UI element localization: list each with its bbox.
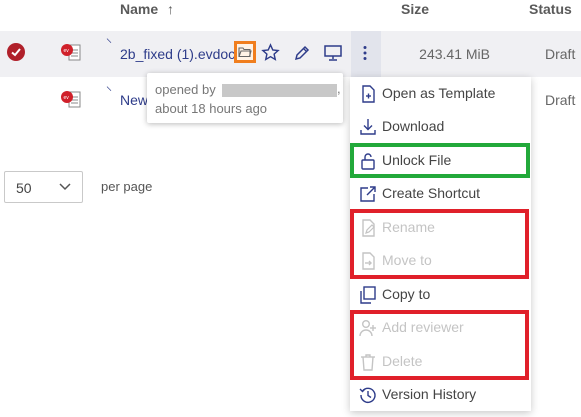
add-reviewer-icon: [359, 320, 376, 337]
move-icon: [362, 252, 375, 270]
shortcut-icon: [360, 186, 376, 202]
menu-item-label: Download: [382, 118, 445, 134]
menu-item-move-to[interactable]: Move to: [350, 244, 531, 277]
history-icon: [359, 387, 376, 404]
trash-icon: [361, 354, 375, 371]
status-column-header[interactable]: Status: [529, 1, 572, 17]
tooltip-time: about 18 hours ago: [155, 101, 268, 116]
download-icon: [360, 119, 376, 135]
menu-item-rename[interactable]: Rename: [350, 211, 531, 244]
file-name-link[interactable]: 2b_fixed (1).evdoc: [120, 46, 235, 62]
folder-open-icon: [238, 47, 252, 58]
menu-item-label: Create Shortcut: [382, 185, 481, 201]
open-folder-button[interactable]: [234, 41, 256, 63]
selected-check-icon[interactable]: [7, 43, 25, 61]
menu-item-version-history[interactable]: Version History: [350, 378, 531, 411]
menu-item-open-as-template[interactable]: Open as Template: [350, 77, 531, 110]
menu-item-label: Copy to: [382, 286, 431, 302]
menu-item-delete[interactable]: Delete: [350, 345, 531, 378]
monitor-icon[interactable]: [323, 44, 343, 62]
star-icon[interactable]: [261, 43, 280, 62]
page-size-value: 50: [16, 180, 32, 196]
rename-icon: [362, 219, 375, 237]
evdoc-file-icon: ev: [61, 91, 81, 108]
chevron-down-icon: [59, 183, 71, 191]
sparkle-icon: ⸌: [106, 84, 113, 98]
svg-text:ev: ev: [64, 95, 70, 101]
sparkle-icon: ⸌: [106, 36, 113, 50]
evdoc-file-icon: ev: [61, 44, 81, 61]
tooltip-opened-by: opened by: [155, 82, 216, 97]
menu-item-label: Unlock File: [382, 152, 452, 168]
menu-item-download[interactable]: Download: [350, 110, 531, 143]
menu-item-label: Delete: [382, 353, 423, 369]
status-badge: Draft: [545, 92, 576, 108]
pencil-icon[interactable]: [293, 44, 311, 62]
kebab-menu-icon[interactable]: [362, 45, 368, 61]
menu-item-label: Move to: [382, 252, 432, 268]
svg-text:ev: ev: [64, 48, 70, 54]
sort-ascending-icon[interactable]: ↑: [167, 1, 174, 17]
file-name-link[interactable]: New: [120, 92, 148, 108]
copy-icon: [360, 286, 376, 304]
status-badge: Draft: [545, 46, 576, 62]
table-row[interactable]: [0, 31, 581, 77]
redacted-user-name: [222, 84, 337, 97]
unlock-icon: [361, 153, 375, 170]
size-column-header[interactable]: Size: [401, 1, 429, 17]
menu-item-unlock-file[interactable]: Unlock File: [350, 144, 531, 177]
name-column-header[interactable]: Name: [120, 1, 158, 17]
last-opened-tooltip: opened by , about 18 hours ago: [147, 73, 343, 123]
menu-item-create-shortcut[interactable]: Create Shortcut: [350, 177, 531, 210]
menu-item-label: Open as Template: [382, 85, 496, 101]
menu-item-copy-to[interactable]: Copy to: [350, 278, 531, 311]
menu-item-label: Rename: [382, 219, 435, 235]
tooltip-comma: ,: [337, 81, 341, 96]
menu-item-label: Version History: [382, 386, 477, 402]
file-context-menu: Open as Template Download Unlock File Cr…: [350, 77, 531, 411]
file-size: 243.41 MiB: [419, 46, 490, 62]
menu-item-label: Add reviewer: [382, 319, 464, 335]
page-size-select[interactable]: 50: [4, 171, 83, 203]
menu-item-add-reviewer[interactable]: Add reviewer: [350, 311, 531, 344]
per-page-label: per page: [101, 179, 153, 194]
template-icon: [362, 85, 375, 103]
